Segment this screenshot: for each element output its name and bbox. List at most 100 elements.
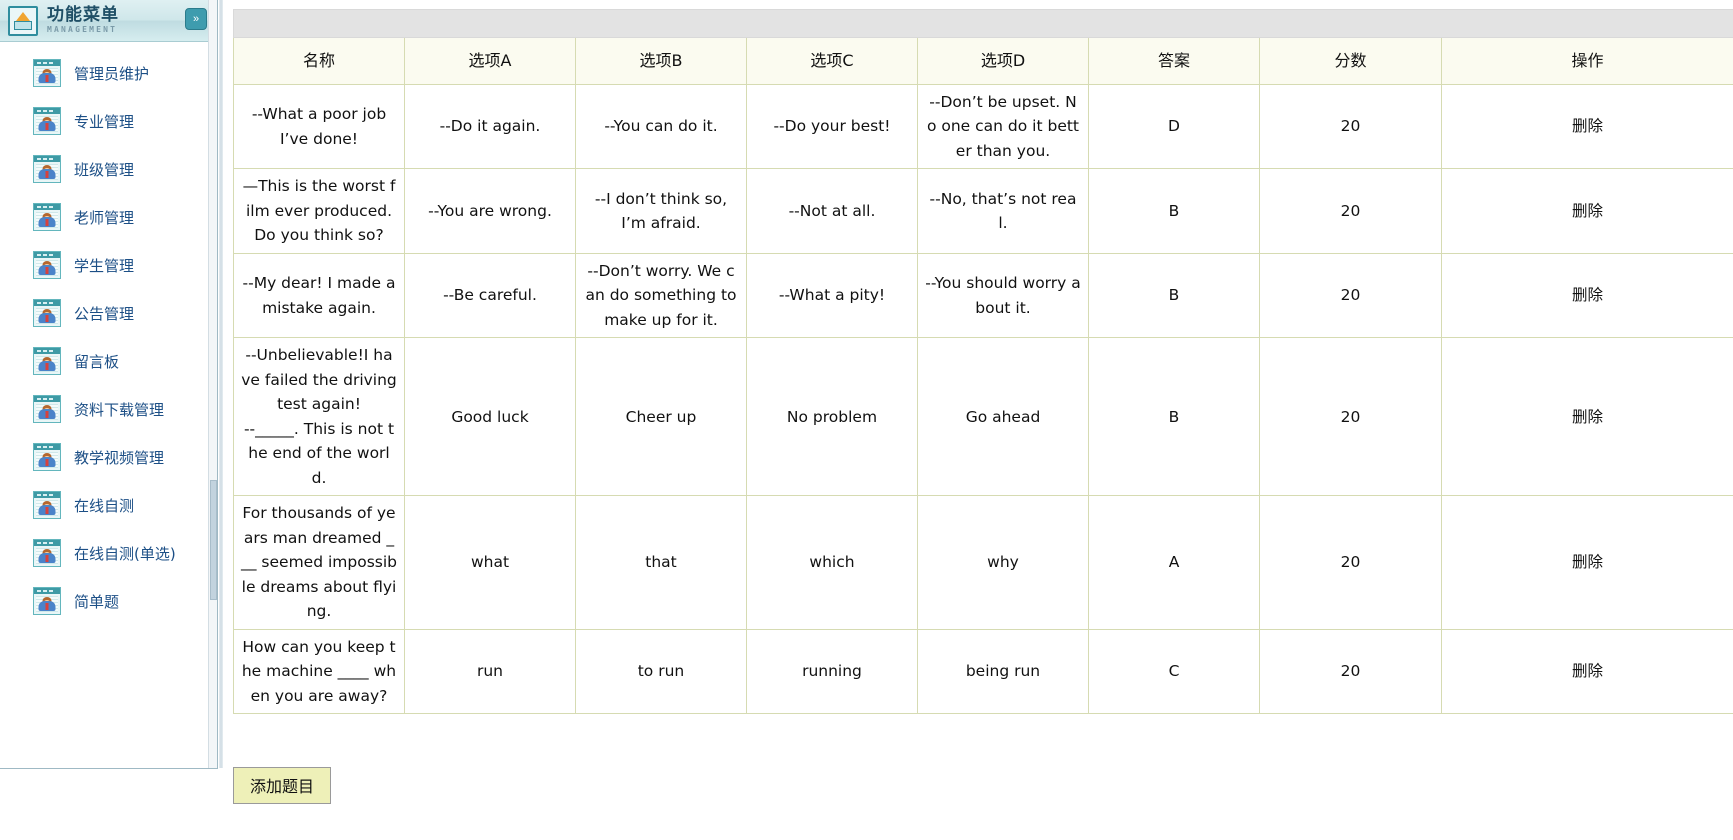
cell-option-d: Go ahead (917, 337, 1089, 497)
sidebar-subtitle: MANAGEMENT (47, 25, 118, 34)
sidebar-scrollbar-thumb[interactable] (210, 480, 217, 600)
cell-option-a: --Do it again. (404, 83, 576, 170)
sidebar-item-label: 学生管理 (74, 256, 135, 275)
cell-option-b: --You can do it. (575, 83, 747, 170)
delete-link[interactable]: 删除 (1441, 252, 1733, 339)
delete-link[interactable]: 删除 (1441, 83, 1733, 170)
sidebar-item-5[interactable]: 学生管理 (0, 248, 217, 282)
table-header-row: 名称 选项A 选项B 选项C 选项D 答案 分数 操作 (233, 37, 1733, 85)
sidebar-item-6[interactable]: 公告管理 (0, 296, 217, 330)
question-table-body: 名称 选项A 选项B 选项C 选项D 答案 分数 操作 --What a poor job I’… (233, 9, 1733, 715)
cell-option-b: to run (575, 628, 747, 715)
cell-option-a: Good luck (404, 337, 576, 497)
column-header-7: 分数 (1259, 37, 1442, 85)
sidebar-item-label: 专业管理 (74, 112, 135, 131)
cell-option-c: --Do your best! (746, 83, 918, 170)
delete-link[interactable]: 删除 (1441, 168, 1733, 254)
cell-option-a: --Be careful. (404, 252, 576, 339)
table-row: —This is the worst film ever produced. D… (233, 168, 1733, 254)
page-root: 功能菜单 MANAGEMENT » 管理员维护专业管理班级管理老师管理学生管理公… (0, 0, 1733, 840)
table-row: --What a poor job I’ve done! --Do it agai… (233, 83, 1733, 170)
column-header-4: 选项C (746, 37, 918, 85)
person-card-icon (33, 155, 61, 183)
cell-score: 20 (1259, 168, 1442, 254)
sidebar-item-12[interactable]: 简单题 (0, 584, 217, 618)
table-row: How can you keep the machine ____ when y… (233, 628, 1733, 715)
sidebar-scrollbar[interactable] (208, 0, 217, 768)
cell-score: 20 (1259, 628, 1442, 715)
cell-option-b: --I don’t think so, I’m afraid. (575, 168, 747, 254)
table-row: --My dear! I made a mistake again. --Be c… (233, 252, 1733, 339)
cell-score: 20 (1259, 495, 1442, 630)
table-row: --Unbelievable!I have failed the driving… (233, 337, 1733, 497)
table-row: For thousands of years man dreamed ___ s… (233, 495, 1733, 630)
sidebar-item-11[interactable]: 在线自测(单选) (0, 536, 217, 570)
sidebar-item-label: 在线自测 (74, 496, 135, 515)
cell-answer: B (1088, 337, 1260, 497)
person-card-icon (33, 299, 61, 327)
add-question-button[interactable]: 添加题目 (233, 767, 332, 804)
sidebar-item-label: 在线自测(单选) (74, 544, 176, 563)
sidebar-item-label: 公告管理 (74, 304, 135, 323)
cell-option-b: Cheer up (575, 337, 747, 497)
cell-answer: C (1088, 628, 1260, 715)
sidebar-title-block: 功能菜单 MANAGEMENT (47, 7, 119, 34)
column-header-1: 名称 (233, 37, 405, 85)
sidebar-item-label: 教学视频管理 (74, 448, 165, 467)
question-table-container: 名称 选项A 选项B 选项C 选项D 答案 分数 操作 --What a poor job I’… (233, 9, 1733, 715)
sidebar-item-label: 管理员维护 (74, 64, 150, 83)
main-content: 名称 选项A 选项B 选项C 选项D 答案 分数 操作 --What a poor job I’… (224, 0, 1733, 840)
cell-answer: B (1088, 168, 1260, 254)
sidebar-item-7[interactable]: 留言板 (0, 344, 217, 378)
cell-option-b: that (575, 495, 747, 630)
cell-option-c: --What a pity! (746, 252, 918, 339)
cell-option-d: being run (917, 628, 1089, 715)
column-header-6: 答案 (1088, 37, 1260, 85)
person-card-icon (33, 443, 61, 471)
question-table: 名称 选项A 选项B 选项C 选项D 答案 分数 操作 --What a poor job I’… (233, 9, 1733, 715)
cell-option-d: --Don’t be upset. No one can do it bette… (917, 83, 1089, 170)
person-card-icon (33, 395, 61, 423)
cell-answer: B (1088, 252, 1260, 339)
sidebar-item-1[interactable]: 管理员维护 (0, 56, 217, 90)
person-card-icon (33, 59, 61, 87)
cell-option-a: what (404, 495, 576, 630)
delete-link[interactable]: 删除 (1441, 495, 1733, 630)
sidebar-item-3[interactable]: 班级管理 (0, 152, 217, 186)
table-toolbar-row (233, 9, 1733, 38)
cell-option-d: --You should worry about it. (917, 252, 1089, 339)
sidebar-item-2[interactable]: 专业管理 (0, 104, 217, 138)
sidebar-item-4[interactable]: 老师管理 (0, 200, 217, 234)
delete-link[interactable]: 删除 (1441, 628, 1733, 715)
cell-option-c: No problem (746, 337, 918, 497)
person-card-icon (33, 107, 61, 135)
chevron-double-down-icon[interactable]: » (185, 8, 207, 30)
cell-name: --Unbelievable!I have failed the driving… (233, 337, 405, 497)
cell-option-a: --You are wrong. (404, 168, 576, 254)
cell-option-b: --Don’t worry. We can do something to ma… (575, 252, 747, 339)
sidebar-item-label: 老师管理 (74, 208, 135, 227)
person-card-icon (33, 539, 61, 567)
column-header-5: 选项D (917, 37, 1089, 85)
cell-option-a: run (404, 628, 576, 715)
sidebar: 功能菜单 MANAGEMENT » 管理员维护专业管理班级管理老师管理学生管理公… (0, 0, 218, 768)
cell-option-c: --Not at all. (746, 168, 918, 254)
sidebar-bottom-rule (0, 768, 218, 769)
sidebar-menu-list: 管理员维护专业管理班级管理老师管理学生管理公告管理留言板资料下载管理教学视频管理… (0, 42, 217, 618)
sidebar-item-9[interactable]: 教学视频管理 (0, 440, 217, 474)
sidebar-item-10[interactable]: 在线自测 (0, 488, 217, 522)
sidebar-splitter[interactable] (219, 0, 223, 768)
delete-link[interactable]: 删除 (1441, 337, 1733, 497)
cell-option-d: --No, that’s not real. (917, 168, 1089, 254)
person-card-icon (33, 251, 61, 279)
sidebar-item-label: 班级管理 (74, 160, 135, 179)
person-card-icon (33, 203, 61, 231)
table-toolbar-strip (233, 9, 1733, 38)
cell-name: How can you keep the machine ____ when y… (233, 628, 405, 715)
cell-option-c: running (746, 628, 918, 715)
cell-answer: A (1088, 495, 1260, 630)
cell-name: --My dear! I made a mistake again. (233, 252, 405, 339)
sidebar-title: 功能菜单 (47, 5, 119, 25)
sidebar-item-8[interactable]: 资料下载管理 (0, 392, 217, 426)
cell-score: 20 (1259, 83, 1442, 170)
